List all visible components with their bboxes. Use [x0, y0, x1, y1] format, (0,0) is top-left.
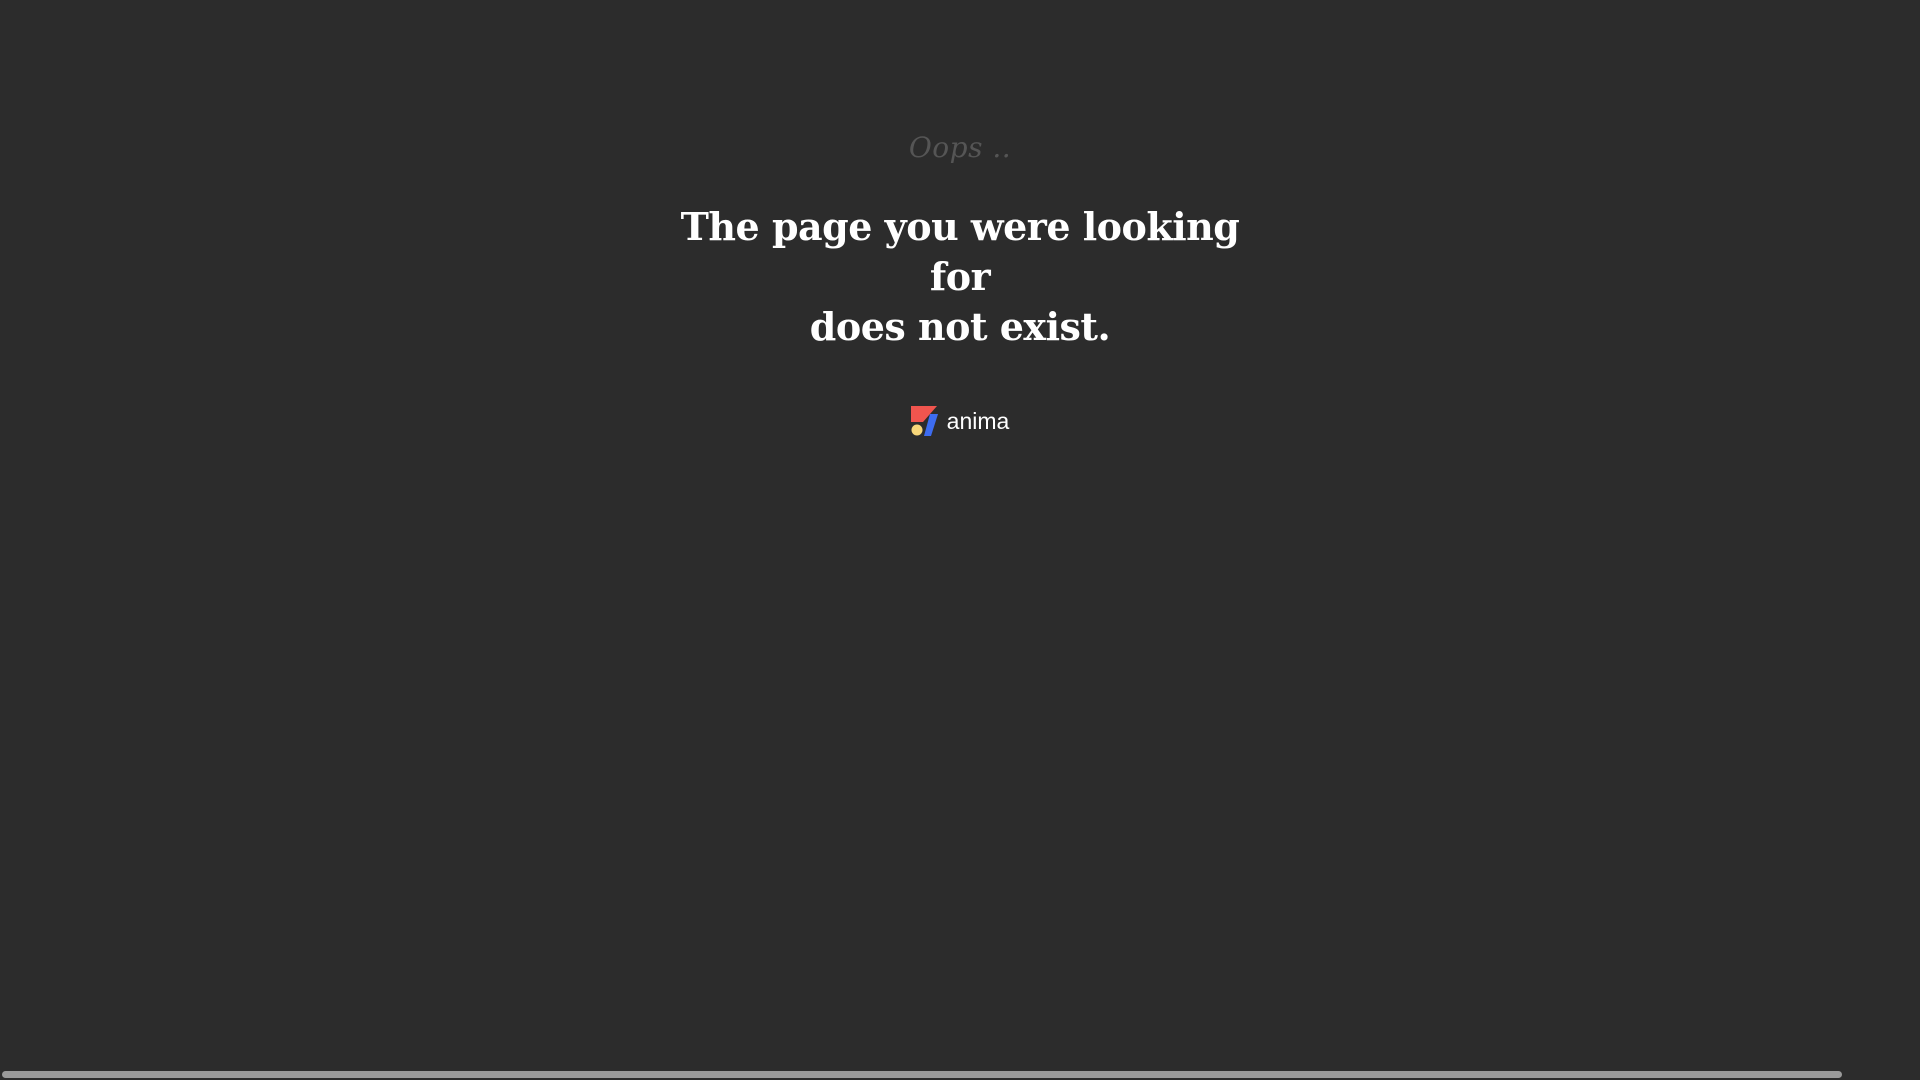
error-page: Oops .. The page you were looking for do… — [0, 0, 1920, 1080]
anima-logo-icon — [910, 406, 938, 436]
oops-text: Oops .. — [908, 131, 1012, 164]
anima-brand-link[interactable]: anima — [910, 404, 1010, 438]
error-headline: The page you were looking for does not e… — [650, 202, 1270, 352]
horizontal-scrollbar-thumb[interactable] — [2, 1071, 1842, 1078]
brand-name: anima — [946, 408, 1010, 434]
error-content: Oops .. The page you were looking for do… — [0, 0, 1920, 438]
error-headline-line-1: The page you were looking for — [680, 204, 1240, 299]
horizontal-scrollbar[interactable] — [0, 1068, 1920, 1080]
error-headline-line-2: does not exist. — [809, 304, 1111, 349]
